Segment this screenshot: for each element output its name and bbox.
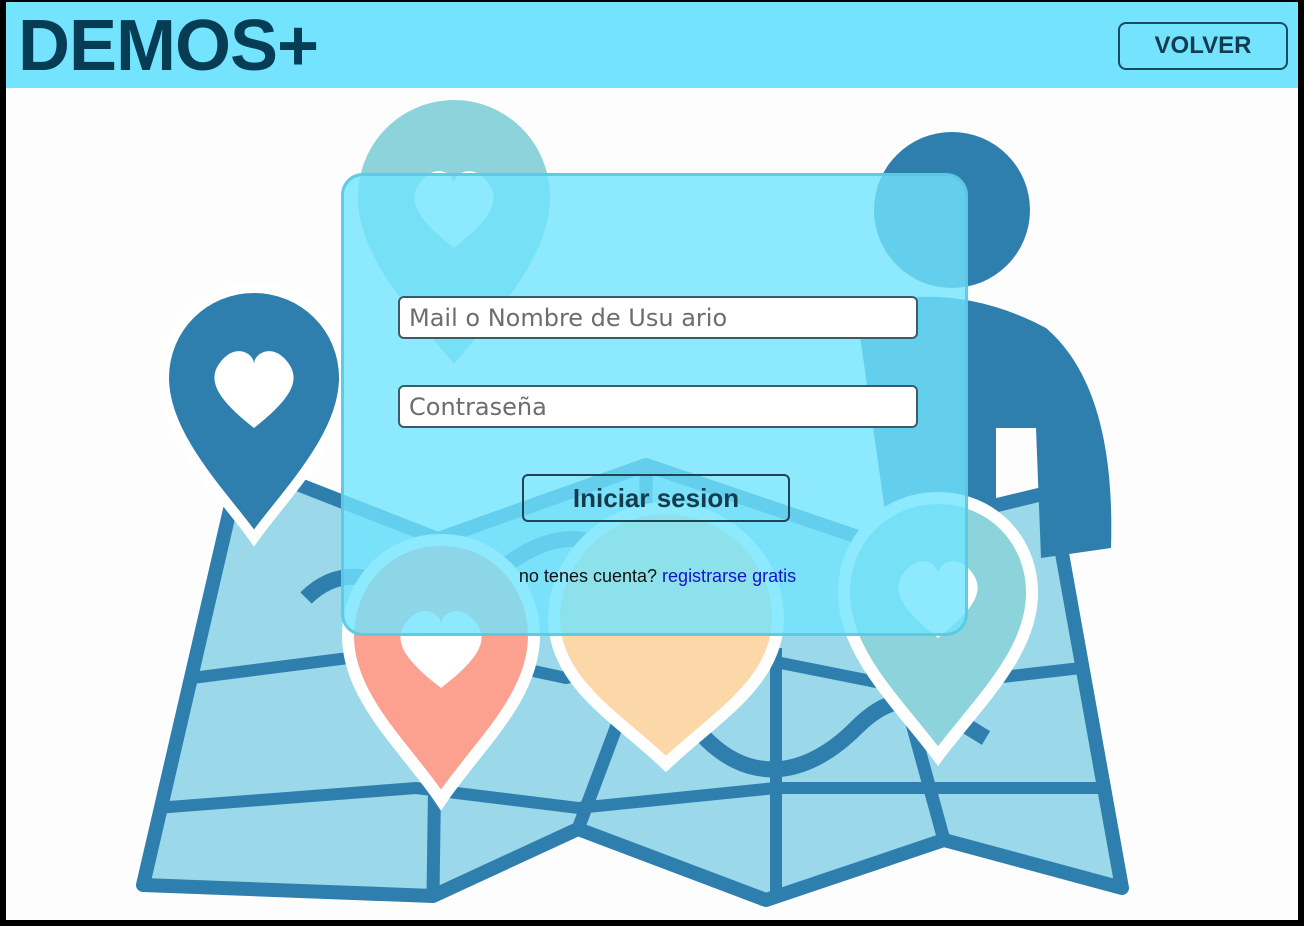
app-window: DEMOS+ VOLVER Mail o Nombre de Usu ario …	[6, 2, 1298, 920]
no-account-text: no tenes cuenta?	[518, 566, 658, 586]
top-bar: DEMOS+ VOLVER	[6, 2, 1298, 88]
logo: DEMOS+	[18, 6, 319, 86]
signup-prompt: no tenes cuenta? registrarse gratis	[344, 566, 971, 587]
password-field[interactable]	[398, 385, 918, 428]
login-button[interactable]: Iniciar sesion	[522, 474, 790, 522]
back-button[interactable]: VOLVER	[1118, 22, 1288, 70]
user-field[interactable]	[398, 296, 918, 339]
signup-link[interactable]: registrarse gratis	[662, 566, 796, 586]
login-card: Iniciar sesion no tenes cuenta? registra…	[341, 173, 968, 636]
